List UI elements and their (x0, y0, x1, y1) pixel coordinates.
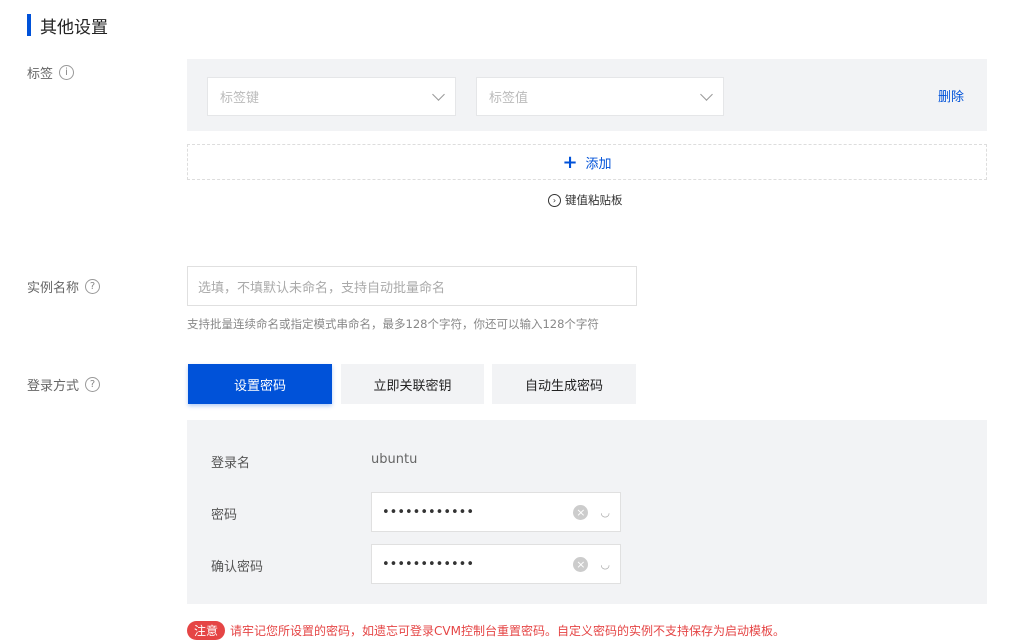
delete-tag-link[interactable]: 删除 (938, 86, 964, 105)
help-icon[interactable]: ? (85, 279, 101, 294)
title-accent (27, 14, 31, 36)
tag-value-select[interactable]: 标签值 (476, 77, 724, 116)
login-method-label: 登录方式? (27, 375, 101, 394)
paste-board-toggle[interactable]: › 键值粘贴板 (548, 192, 623, 208)
tags-label-text: 标签 (27, 67, 54, 82)
password-value: •••••••••••• (382, 504, 475, 520)
note-badge: 注意 (187, 621, 226, 640)
chevron-down-icon (700, 87, 713, 101)
note-text: 请牢记您所设置的密码，如遗忘可登录CVM控制台重置密码。自定义密码的实例不支持保… (230, 624, 785, 638)
section-title: 其他设置 (40, 18, 108, 38)
clear-icon[interactable]: × (573, 504, 589, 520)
tags-label: 标签 i (27, 63, 75, 82)
chevron-circle-icon: › (548, 193, 561, 207)
auto-password-button[interactable]: 自动生成密码 (492, 364, 636, 404)
instance-name-hint: 支持批量连续命名或指定模式串命名，最多128个字符，你还可以输入128个字符 (187, 317, 599, 331)
username-label: 登录名 (211, 456, 251, 471)
set-password-button[interactable]: 设置密码 (188, 364, 332, 404)
confirm-password-label: 确认密码 (211, 560, 264, 575)
instance-name-label-text: 实例名称 (27, 281, 80, 296)
instance-name-placeholder: 选填，不填默认未命名，支持自动批量命名 (198, 280, 446, 296)
tag-value-placeholder: 标签值 (489, 91, 529, 106)
password-note: 注意 请牢记您所设置的密码，如遗忘可登录CVM控制台重置密码。自定义密码的实例不支… (187, 621, 785, 640)
chevron-down-icon (432, 87, 445, 101)
eye-closed-icon[interactable]: ◡ (600, 558, 610, 571)
add-tag-button[interactable]: + 添加 (187, 144, 987, 180)
help-icon[interactable]: ? (85, 377, 101, 392)
password-input[interactable]: •••••••••••• × ◡ (371, 492, 621, 532)
eye-closed-icon[interactable]: ◡ (600, 506, 610, 519)
tag-key-placeholder: 标签键 (220, 91, 260, 106)
tag-key-select[interactable]: 标签键 (207, 77, 456, 116)
plus-icon: + (562, 151, 578, 173)
add-tag-label: 添加 (585, 156, 612, 172)
confirm-password-value: •••••••••••• (382, 556, 475, 572)
login-method-label-text: 登录方式 (27, 379, 80, 394)
confirm-password-input[interactable]: •••••••••••• × ◡ (371, 544, 621, 584)
bind-key-button[interactable]: 立即关联密钥 (341, 364, 484, 404)
clear-icon[interactable]: × (573, 556, 589, 572)
instance-name-label: 实例名称? (27, 277, 101, 296)
instance-name-input[interactable]: 选填，不填默认未命名，支持自动批量命名 (187, 266, 637, 306)
password-label: 密码 (211, 508, 238, 523)
info-icon[interactable]: i (59, 65, 75, 80)
paste-board-label: 键值粘贴板 (565, 193, 623, 207)
username-value: ubuntu (371, 452, 418, 467)
